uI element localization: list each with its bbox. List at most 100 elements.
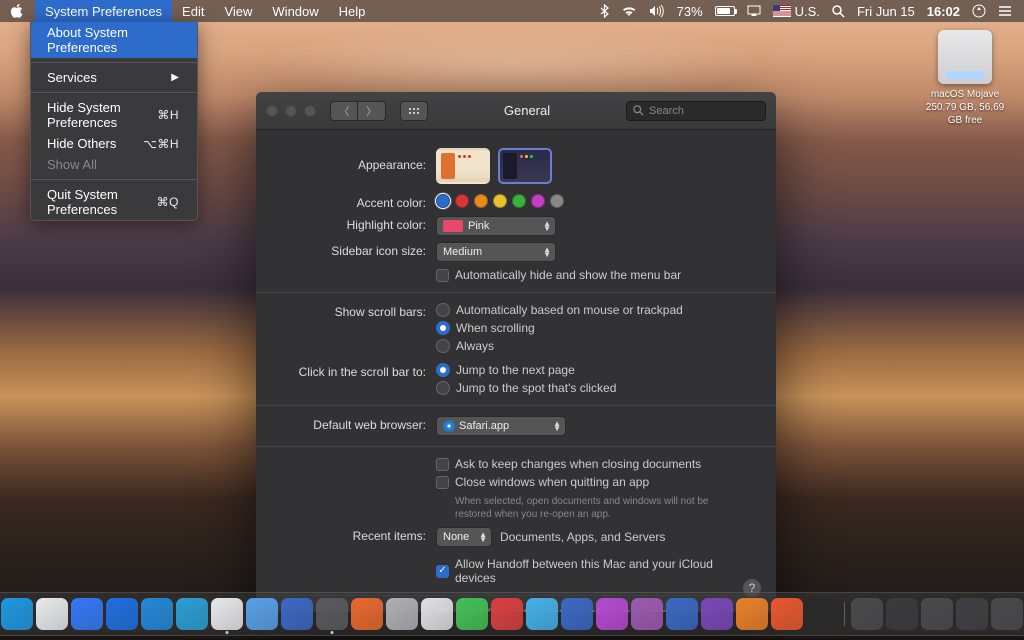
highlight-value: Pink bbox=[468, 220, 489, 232]
input-source[interactable]: U.S. bbox=[773, 4, 820, 19]
auto-hide-menubar-checkbox[interactable] bbox=[436, 269, 449, 282]
dock-app-4[interactable] bbox=[36, 598, 68, 630]
dock-app-21[interactable] bbox=[631, 598, 663, 630]
dock-app-25[interactable] bbox=[771, 598, 803, 630]
window-titlebar[interactable]: 〈 〉 General Search bbox=[256, 92, 776, 130]
system-preferences-window: 〈 〉 General Search Appearance: Accent co… bbox=[256, 92, 776, 612]
menu-quit[interactable]: Quit System Preferences⌘Q bbox=[31, 184, 197, 220]
dock-app-3[interactable] bbox=[1, 598, 33, 630]
accent-color-6[interactable] bbox=[550, 194, 564, 208]
dock-app-31[interactable] bbox=[991, 598, 1023, 630]
accent-color-2[interactable] bbox=[474, 194, 488, 208]
highlight-select[interactable]: Pink ▲▼ bbox=[436, 216, 556, 236]
accent-color-picker bbox=[436, 194, 756, 208]
sidebar-size-select[interactable]: Medium ▲▼ bbox=[436, 242, 556, 262]
zoom-button[interactable] bbox=[304, 105, 316, 117]
scroll-when-radio[interactable] bbox=[436, 321, 450, 335]
close-button[interactable] bbox=[266, 105, 278, 117]
dock-app-9[interactable] bbox=[211, 598, 243, 630]
menu-hide-others[interactable]: Hide Others⌥⌘H bbox=[31, 133, 197, 154]
accent-color-5[interactable] bbox=[531, 194, 545, 208]
scroll-always-radio[interactable] bbox=[436, 339, 450, 353]
dock-app-18[interactable] bbox=[526, 598, 558, 630]
wallpaper-cloud bbox=[256, 26, 768, 103]
bluetooth-icon[interactable] bbox=[600, 4, 609, 18]
search-field[interactable]: Search bbox=[626, 101, 766, 121]
desktop-disk[interactable]: macOS Mojave 250.79 GB, 56.69 GB free bbox=[920, 30, 1010, 127]
dock bbox=[0, 592, 1024, 636]
forward-button[interactable]: 〉 bbox=[358, 101, 386, 121]
dock-app-16[interactable] bbox=[456, 598, 488, 630]
dock-app-29[interactable] bbox=[921, 598, 953, 630]
menu-edit[interactable]: Edit bbox=[172, 0, 214, 22]
appearance-light[interactable] bbox=[436, 148, 490, 184]
sidebar-value: Medium bbox=[443, 246, 482, 258]
close-hint: When selected, open documents and window… bbox=[436, 495, 736, 521]
apple-menu[interactable] bbox=[0, 0, 35, 22]
dock-app-24[interactable] bbox=[736, 598, 768, 630]
menubar-time[interactable]: 16:02 bbox=[927, 4, 960, 19]
label-browser: Default web browser: bbox=[276, 416, 436, 432]
battery-icon[interactable] bbox=[715, 6, 735, 16]
dock-app-17[interactable] bbox=[491, 598, 523, 630]
menu-view[interactable]: View bbox=[214, 0, 262, 22]
browser-select[interactable]: Safari.app ▲▼ bbox=[436, 416, 566, 436]
dock-app-28[interactable] bbox=[886, 598, 918, 630]
ask-keep-checkbox[interactable] bbox=[436, 458, 449, 471]
dock-app-13[interactable] bbox=[351, 598, 383, 630]
dock-app-14[interactable] bbox=[386, 598, 418, 630]
spotlight-icon[interactable] bbox=[832, 5, 845, 18]
show-all-button[interactable] bbox=[400, 101, 428, 121]
window-title: General bbox=[436, 103, 618, 118]
menu-hide[interactable]: Hide System Preferences⌘H bbox=[31, 97, 197, 133]
menu-services[interactable]: Services▶ bbox=[31, 67, 197, 88]
dock-app-7[interactable] bbox=[141, 598, 173, 630]
handoff-checkbox[interactable] bbox=[436, 565, 449, 578]
chevron-right-icon: ▶ bbox=[171, 72, 179, 83]
apple-icon bbox=[10, 4, 23, 18]
dock-app-22[interactable] bbox=[666, 598, 698, 630]
click-spot-radio[interactable] bbox=[436, 381, 450, 395]
dock-app-5[interactable] bbox=[71, 598, 103, 630]
accent-color-0[interactable] bbox=[436, 194, 450, 208]
dock-app-30[interactable] bbox=[956, 598, 988, 630]
app-menu[interactable]: System Preferences bbox=[35, 0, 172, 22]
dock-app-11[interactable] bbox=[281, 598, 313, 630]
menu-window[interactable]: Window bbox=[262, 0, 328, 22]
label-sidebar: Sidebar icon size: bbox=[276, 242, 436, 258]
disk-icon bbox=[938, 30, 992, 84]
dock-app-27[interactable] bbox=[851, 598, 883, 630]
dock-app-8[interactable] bbox=[176, 598, 208, 630]
app-menu-dropdown: About System Preferences Services▶ Hide … bbox=[30, 22, 198, 221]
dock-app-26[interactable] bbox=[806, 598, 838, 630]
update-badge-icon[interactable] bbox=[972, 4, 986, 18]
scroll-auto-radio[interactable] bbox=[436, 303, 450, 317]
dock-app-23[interactable] bbox=[701, 598, 733, 630]
menubar-date[interactable]: Fri Jun 15 bbox=[857, 4, 915, 19]
menu-about[interactable]: About System Preferences bbox=[31, 22, 197, 58]
recent-select[interactable]: None ▲▼ bbox=[436, 527, 492, 547]
search-placeholder: Search bbox=[649, 105, 684, 117]
accent-color-4[interactable] bbox=[512, 194, 526, 208]
dock-app-19[interactable] bbox=[561, 598, 593, 630]
accent-color-3[interactable] bbox=[493, 194, 507, 208]
close-windows-checkbox[interactable] bbox=[436, 476, 449, 489]
back-button[interactable]: 〈 bbox=[330, 101, 358, 121]
click-next-radio[interactable] bbox=[436, 363, 450, 377]
minimize-button[interactable] bbox=[285, 105, 297, 117]
menu-help[interactable]: Help bbox=[329, 0, 376, 22]
label-accent: Accent color: bbox=[276, 194, 436, 210]
notification-center-icon[interactable] bbox=[998, 5, 1012, 17]
dock-app-12[interactable] bbox=[316, 598, 348, 630]
dock-app-15[interactable] bbox=[421, 598, 453, 630]
airplay-icon[interactable] bbox=[747, 5, 761, 17]
safari-icon bbox=[443, 420, 455, 432]
accent-color-1[interactable] bbox=[455, 194, 469, 208]
dock-app-6[interactable] bbox=[106, 598, 138, 630]
appearance-dark[interactable] bbox=[498, 148, 552, 184]
wifi-icon[interactable] bbox=[621, 5, 637, 17]
dock-app-20[interactable] bbox=[596, 598, 628, 630]
volume-icon[interactable] bbox=[649, 5, 665, 17]
dock-app-10[interactable] bbox=[246, 598, 278, 630]
traffic-lights bbox=[266, 105, 316, 117]
